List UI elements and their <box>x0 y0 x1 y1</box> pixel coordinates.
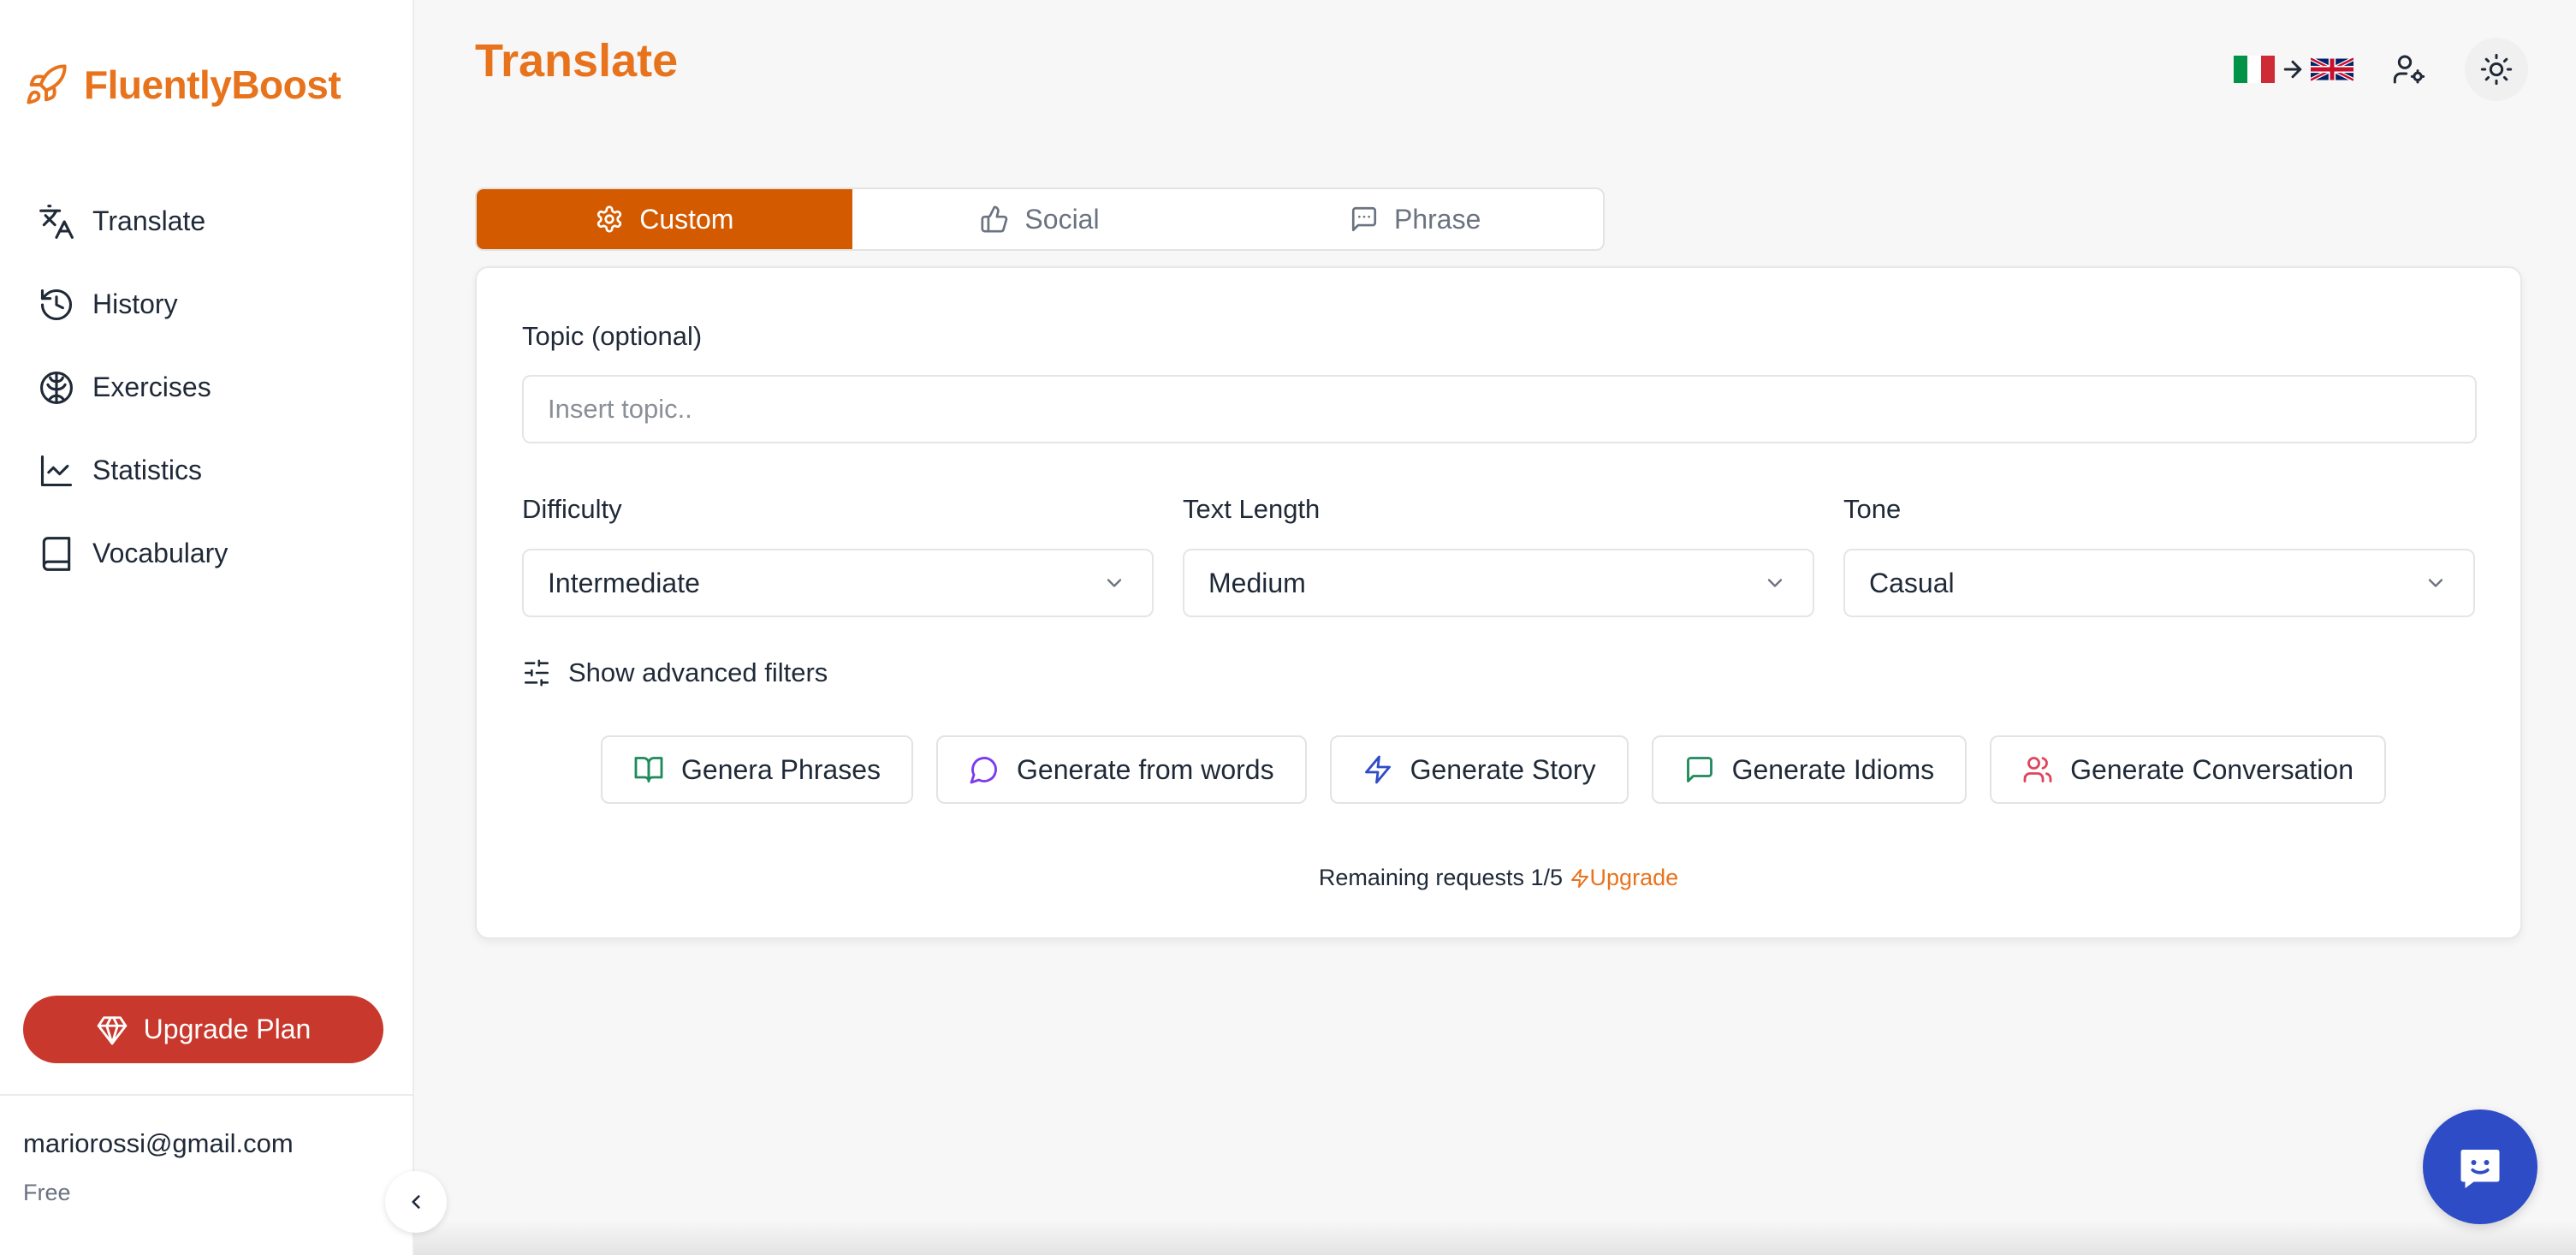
header-actions <box>2234 38 2528 101</box>
sidebar-item-label: Exercises <box>92 372 211 402</box>
thumbs-up-icon <box>981 205 1008 233</box>
tab-label: Social <box>1024 203 1100 235</box>
generate-story-button[interactable]: Generate Story <box>1329 735 1629 804</box>
generate-from-words-button[interactable]: Generate from words <box>936 735 1307 804</box>
sidebar-item-vocabulary[interactable]: Vocabulary <box>38 512 397 595</box>
upgrade-link-label: Upgrade <box>1589 865 1679 890</box>
sidebar-item-label: Statistics <box>92 455 203 485</box>
page-title: Translate <box>475 35 679 86</box>
brain-icon <box>40 371 73 404</box>
sidebar-item-history[interactable]: History <box>38 263 397 346</box>
message-icon <box>1351 206 1377 232</box>
bottom-shadow <box>414 1221 2576 1255</box>
chevron-left-icon <box>412 1195 420 1209</box>
chevron-down-icon <box>2428 579 2443 587</box>
chat-bubble-icon <box>970 757 997 784</box>
sidebar: FluentlyBoost Translate History Exercise… <box>0 0 414 1255</box>
diamond-icon <box>97 1015 127 1044</box>
gear-icon <box>597 205 622 233</box>
sidebar-divider <box>0 1094 414 1096</box>
arrow-right-icon <box>2283 60 2302 79</box>
upgrade-link[interactable]: Upgrade <box>1570 865 1679 890</box>
users-icon <box>2023 757 2052 782</box>
upgrade-plan-button[interactable]: Upgrade Plan <box>23 996 383 1063</box>
topic-label: Topic (optional) <box>522 321 703 351</box>
translate-icon <box>39 204 74 239</box>
lightning-icon <box>1570 869 1588 888</box>
button-label: Generate Conversation <box>2070 753 2353 785</box>
sun-icon <box>2480 53 2513 86</box>
message-square-icon <box>1686 757 1712 782</box>
chevron-down-icon <box>1767 579 1783 587</box>
app-logo[interactable]: FluentlyBoost <box>24 62 341 108</box>
user-plan: Free <box>23 1180 71 1205</box>
sidebar-item-label: Vocabulary <box>92 538 229 568</box>
difficulty-value: Intermediate <box>548 567 700 598</box>
tab-label: Phrase <box>1393 203 1481 235</box>
button-label: Generate Story <box>1410 753 1596 785</box>
sidebar-item-label: History <box>92 288 178 319</box>
tone-select[interactable]: Casual <box>1843 549 2475 617</box>
tab-social[interactable]: Social <box>852 189 1228 249</box>
collapse-sidebar-button[interactable] <box>385 1171 447 1233</box>
chevron-down-icon <box>1107 579 1122 587</box>
account-settings-button[interactable] <box>2377 38 2441 101</box>
tab-custom[interactable]: Custom <box>477 189 852 249</box>
sliders-icon <box>524 659 549 687</box>
text-length-label: Text Length <box>1183 494 1321 524</box>
text-length-value: Medium <box>1208 567 1306 598</box>
generate-conversation-button[interactable]: Generate Conversation <box>1990 735 2386 804</box>
mode-tabs: Custom Social Phrase <box>475 187 1605 251</box>
button-label: Generate from words <box>1017 753 1274 785</box>
sidebar-item-statistics[interactable]: Statistics <box>38 429 397 512</box>
uk-flag-icon <box>2311 57 2353 82</box>
button-label: Generate Idioms <box>1731 753 1935 785</box>
tab-phrase[interactable]: Phrase <box>1227 189 1603 249</box>
user-email: mariorossi@gmail.com <box>23 1128 294 1158</box>
generate-buttons-row: Genera Phrases Generate from words Gener… <box>601 735 2386 804</box>
custom-generator-card: Topic (optional) Difficulty Intermediate… <box>475 266 2522 939</box>
sidebar-nav: Translate History Exercises Statistics V… <box>38 180 397 595</box>
app-name: FluentlyBoost <box>84 62 341 107</box>
rocket-icon <box>27 64 67 104</box>
chart-icon <box>40 455 73 486</box>
open-book-icon <box>634 757 663 782</box>
show-advanced-filters-toggle[interactable]: Show advanced filters <box>522 657 828 688</box>
text-length-select[interactable]: Medium <box>1183 549 1814 617</box>
sidebar-item-exercises[interactable]: Exercises <box>38 346 397 429</box>
tone-label: Tone <box>1843 494 1902 524</box>
user-cog-icon <box>2393 55 2425 84</box>
tab-label: Custom <box>639 203 734 235</box>
sidebar-item-translate[interactable]: Translate <box>38 180 397 263</box>
history-icon <box>40 288 73 320</box>
language-pair-selector[interactable] <box>2234 56 2353 83</box>
tone-value: Casual <box>1869 567 1955 598</box>
theme-toggle-button[interactable] <box>2465 38 2528 101</box>
difficulty-select[interactable]: Intermediate <box>522 549 1154 617</box>
chat-bot-icon <box>2460 1150 2500 1188</box>
italy-flag-icon <box>2234 56 2275 83</box>
generate-idioms-button[interactable]: Generate Idioms <box>1651 735 1968 804</box>
difficulty-label: Difficulty <box>522 494 622 524</box>
chat-support-button[interactable] <box>2423 1109 2537 1224</box>
genera-phrases-button[interactable]: Genera Phrases <box>601 735 914 804</box>
upgrade-plan-label: Upgrade Plan <box>143 1014 312 1044</box>
button-label: Genera Phrases <box>681 753 881 785</box>
sidebar-item-label: Translate <box>92 205 206 236</box>
remaining-requests: Remaining requests 1/5 Upgrade <box>477 865 2520 891</box>
remaining-requests-text: Remaining requests 1/5 <box>1318 865 1564 890</box>
advanced-filters-label: Show advanced filters <box>568 657 828 687</box>
topic-input[interactable] <box>522 375 2477 443</box>
book-icon <box>42 536 71 571</box>
lightning-icon <box>1364 755 1391 784</box>
